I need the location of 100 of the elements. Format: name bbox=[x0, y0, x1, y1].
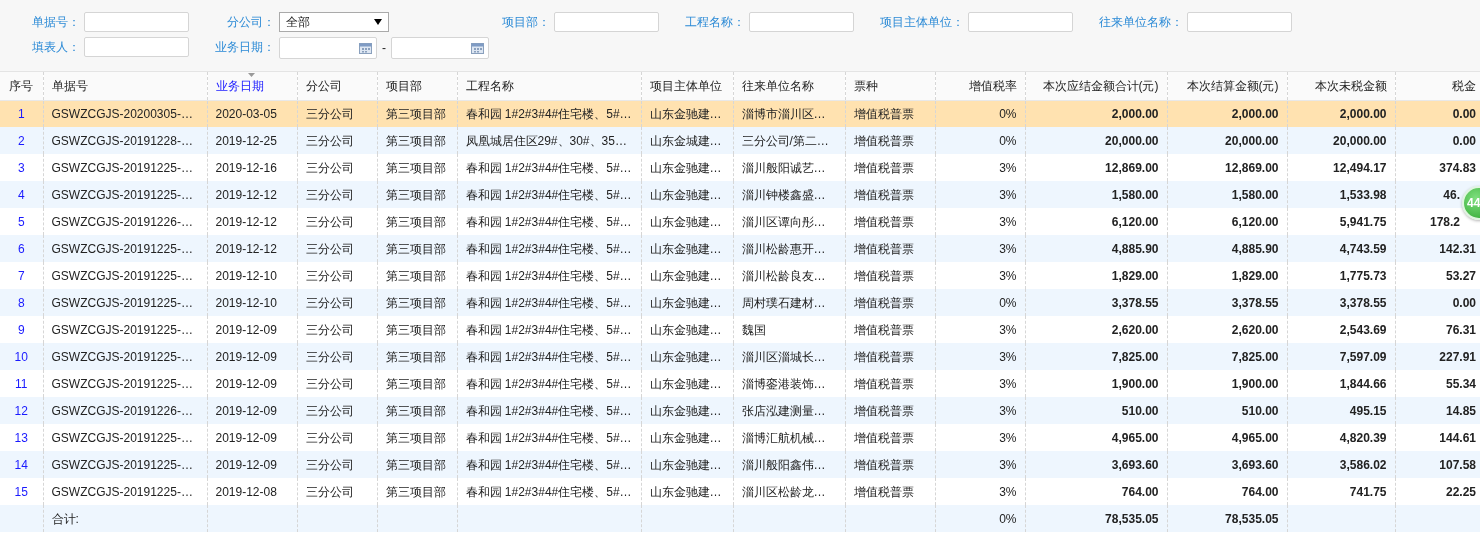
table-row[interactable]: 6 GSWZCGJS-20191225-… 2019-12-12 三分公司 第三项目部 春和园 1#2#3#4#住宅楼、5#… 山东金驰建… 淄川松龄惠开… 增值税普票 3% 4,885.90 4,885.90 4,743.59 142.31 bbox=[0, 235, 1480, 262]
table-cell: 春和园 1#2#3#4#住宅楼、5#… bbox=[465, 349, 632, 364]
table-cell: GSWZCGJS-20191226-… bbox=[51, 403, 193, 418]
table-cell: 0% bbox=[999, 295, 1017, 310]
row-number: 3 bbox=[17, 160, 25, 175]
table-cell: 2019-12-09 bbox=[215, 430, 277, 445]
column-header[interactable]: 往来单位名称 bbox=[733, 72, 845, 100]
table-cell: 12,869.00 bbox=[1105, 160, 1159, 175]
table-row[interactable]: 12 GSWZCGJS-20191226-… 2019-12-09 三分公司 第三项目部 春和园 1#2#3#4#住宅楼、5#… 山东金驰建… 张店泓建测量… 增值税普票 3% 510.00 510.00 495.15 14.85 bbox=[0, 397, 1480, 424]
dropdown[interactable]: 全部 bbox=[279, 12, 389, 32]
input-field[interactable] bbox=[554, 12, 659, 32]
table-cell: 20,000.00 bbox=[1333, 133, 1387, 148]
table-row[interactable]: 10 GSWZCGJS-20191225-… 2019-12-09 三分公司 第三项目部 春和园 1#2#3#4#住宅楼、5#… 山东金驰建… 淄川区淄城长… 增值税普票 3% 7,825.00 7,825.00 7,597.09 227.91 bbox=[0, 343, 1480, 370]
table-row[interactable]: 3 GSWZCGJS-20191225-… 2019-12-16 三分公司 第三项目部 春和园 1#2#3#4#住宅楼、5#… 山东金驰建… 淄川般阳诚艺… 增值税普票 3% 12,869.00 12,869.00 12,494.17 374.83 bbox=[0, 154, 1480, 181]
table-cell: 3,693.60 bbox=[1231, 457, 1279, 472]
calendar-icon[interactable] bbox=[359, 42, 372, 54]
input-field[interactable] bbox=[968, 12, 1073, 32]
table-cell: 山东金驰建… bbox=[649, 403, 722, 418]
filter-label: 业务日期： bbox=[214, 39, 276, 56]
table-cell: GSWZCGJS-20200305-… bbox=[51, 106, 193, 121]
table-cell: GSWZCGJS-20191225-… bbox=[51, 160, 193, 175]
column-header[interactable]: 票种 bbox=[845, 72, 935, 100]
table-row[interactable]: 13 GSWZCGJS-20191225-… 2019-12-09 三分公司 第三项目部 春和园 1#2#3#4#住宅楼、5#… 山东金驰建… 淄博汇航机械… 增值税普票 3% 4,965.00 4,965.00 4,820.39 144.61 bbox=[0, 424, 1480, 451]
column-header[interactable]: 本次未税金额 bbox=[1287, 72, 1395, 100]
table-cell: 春和园 1#2#3#4#住宅楼、5#… bbox=[465, 457, 632, 472]
table-cell: 增值税普票 bbox=[853, 457, 914, 472]
table-cell: 第三项目部 bbox=[385, 430, 446, 445]
table-cell: 20,000.00 bbox=[1105, 133, 1159, 148]
calendar-icon[interactable] bbox=[471, 42, 484, 54]
column-header[interactable]: 业务日期 bbox=[207, 72, 297, 100]
table-row[interactable]: 8 GSWZCGJS-20191225-… 2019-12-10 三分公司 第三项目部 春和园 1#2#3#4#住宅楼、5#… 山东金驰建… 周村璞石建材… 增值税普票 0% 3,378.55 3,378.55 3,378.55 0.00 bbox=[0, 289, 1480, 316]
table-cell: GSWZCGJS-20191225-… bbox=[51, 322, 193, 337]
table-cell: 三分公司 bbox=[305, 268, 354, 283]
table-cell: 7,597.09 bbox=[1339, 349, 1387, 364]
date-field[interactable] bbox=[279, 37, 377, 59]
filter-label: 填表人： bbox=[31, 39, 81, 56]
table-cell: 三分公司 bbox=[305, 295, 354, 310]
table-cell: 山东金驰建… bbox=[649, 457, 722, 472]
row-number: 11 bbox=[15, 376, 28, 391]
column-header[interactable]: 增值税率 bbox=[935, 72, 1025, 100]
table-cell: 2,000.00 bbox=[1231, 106, 1279, 121]
table-cell: 2019-12-16 bbox=[215, 160, 277, 175]
filter-label: 工程名称： bbox=[684, 14, 746, 31]
table-cell: 增值税普票 bbox=[853, 403, 914, 418]
table-cell: 第三项目部 bbox=[385, 241, 446, 256]
input-field[interactable] bbox=[84, 12, 189, 32]
input-field[interactable] bbox=[1187, 12, 1292, 32]
table-cell: 春和园 1#2#3#4#住宅楼、5#… bbox=[465, 376, 632, 391]
table-row[interactable]: 5 GSWZCGJS-20191226-… 2019-12-12 三分公司 第三项目部 春和园 1#2#3#4#住宅楼、5#… 山东金驰建… 淄川区谭向彤… 增值税普票 3% 6,120.00 6,120.00 5,941.75 178.2 bbox=[0, 208, 1480, 235]
column-header[interactable]: 序号 bbox=[0, 72, 43, 100]
column-header[interactable]: 分公司 bbox=[297, 72, 377, 100]
table-cell: 第三项目部 bbox=[385, 349, 446, 364]
table-cell: 3,693.60 bbox=[1111, 457, 1159, 472]
table-cell: 2020-03-05 bbox=[215, 106, 277, 121]
table-cell: 142.31 bbox=[1439, 241, 1476, 256]
table-cell: 增值税普票 bbox=[853, 322, 914, 337]
table-row[interactable]: 1 GSWZCGJS-20200305-… 2020-03-05 三分公司 第三项目部 春和园 1#2#3#4#住宅楼、5#… 山东金驰建… 淄博市淄川区… 增值税普票 0% 2,000.00 2,000.00 2,000.00 0.00 bbox=[0, 100, 1480, 127]
table-cell: 春和园 1#2#3#4#住宅楼、5#… bbox=[465, 295, 632, 310]
column-header[interactable]: 工程名称 bbox=[457, 72, 641, 100]
input-field[interactable] bbox=[749, 12, 854, 32]
column-header[interactable]: 本次应结金额合计(元) bbox=[1025, 72, 1167, 100]
table-cell: 春和园 1#2#3#4#住宅楼、5#… bbox=[465, 160, 632, 175]
table-row[interactable]: 2 GSWZCGJS-20191228-… 2019-12-25 三分公司 第三项目部 凤凰城居住区29#、30#、35… 山东金城建… 三分公司/第二… 增值税普票 0% 20,000.00 20,000.00 20,000.00 0.00 bbox=[0, 127, 1480, 154]
table-cell: 3% bbox=[999, 268, 1017, 283]
filter-label: 往来单位名称： bbox=[1098, 14, 1184, 31]
table-cell: 三分公司 bbox=[305, 484, 354, 499]
table-row[interactable]: 15 GSWZCGJS-20191225-… 2019-12-08 三分公司 第三项目部 春和园 1#2#3#4#住宅楼、5#… 山东金驰建… 淄川区松龄龙… 增值税普票 3% 764.00 764.00 741.75 22.25 bbox=[0, 478, 1480, 505]
table-cell: 三分公司 bbox=[305, 133, 354, 148]
table-cell: 1,775.73 bbox=[1339, 268, 1387, 283]
table-cell: 春和园 1#2#3#4#住宅楼、5#… bbox=[465, 106, 632, 121]
column-header[interactable]: 项目主体单位 bbox=[641, 72, 733, 100]
row-number: 13 bbox=[14, 430, 28, 445]
column-header[interactable]: 税金 bbox=[1395, 72, 1480, 100]
table-cell: 2019-12-10 bbox=[215, 295, 277, 310]
column-header[interactable]: 本次结算金额(元) bbox=[1167, 72, 1287, 100]
table-cell: 6,120.00 bbox=[1111, 214, 1159, 229]
table-cell: 三分公司 bbox=[305, 457, 354, 472]
table-cell: 第三项目部 bbox=[385, 457, 446, 472]
table-row[interactable]: 9 GSWZCGJS-20191225-… 2019-12-09 三分公司 第三项目部 春和园 1#2#3#4#住宅楼、5#… 山东金驰建… 魏国 增值税普票 3% 2,620.00 2,620.00 2,543.69 76.31 bbox=[0, 316, 1480, 343]
input-field[interactable] bbox=[84, 37, 189, 57]
table-cell: 4,820.39 bbox=[1339, 430, 1387, 445]
table-cell: 三分公司 bbox=[305, 106, 354, 121]
table-cell: 3% bbox=[999, 457, 1017, 472]
table-cell: 增值税普票 bbox=[853, 349, 914, 364]
row-number: 14 bbox=[14, 457, 28, 472]
column-header[interactable]: 单据号 bbox=[43, 72, 207, 100]
table-cell: 3% bbox=[999, 430, 1017, 445]
table-cell: 2019-12-25 bbox=[215, 133, 277, 148]
date-field[interactable] bbox=[391, 37, 489, 59]
table-cell: GSWZCGJS-20191225-… bbox=[51, 349, 193, 364]
table-cell: 76.31 bbox=[1445, 322, 1476, 337]
table-row[interactable]: 11 GSWZCGJS-20191225-… 2019-12-09 三分公司 第三项目部 春和园 1#2#3#4#住宅楼、5#… 山东金驰建… 淄博銮港装饰… 增值税普票 3% 1,900.00 1,900.00 1,844.66 55.34 bbox=[0, 370, 1480, 397]
table-cell: 春和园 1#2#3#4#住宅楼、5#… bbox=[465, 403, 632, 418]
table-row[interactable]: 14 GSWZCGJS-20191225-… 2019-12-09 三分公司 第三项目部 春和园 1#2#3#4#住宅楼、5#… 山东金驰建… 淄川般阳鑫伟… 增值税普票 3% 3,693.60 3,693.60 3,586.02 107.58 bbox=[0, 451, 1480, 478]
column-header[interactable]: 项目部 bbox=[377, 72, 457, 100]
table-cell: 淄博汇航机械… bbox=[741, 430, 826, 445]
table-row[interactable]: 7 GSWZCGJS-20191225-… 2019-12-10 三分公司 第三项目部 春和园 1#2#3#4#住宅楼、5#… 山东金驰建… 淄川松龄良友… 增值税普票 3% 1,829.00 1,829.00 1,775.73 53.27 bbox=[0, 262, 1480, 289]
table-cell: 三分公司 bbox=[305, 241, 354, 256]
table-cell: 3,378.55 bbox=[1231, 295, 1279, 310]
table-cell: 764.00 bbox=[1121, 484, 1159, 499]
